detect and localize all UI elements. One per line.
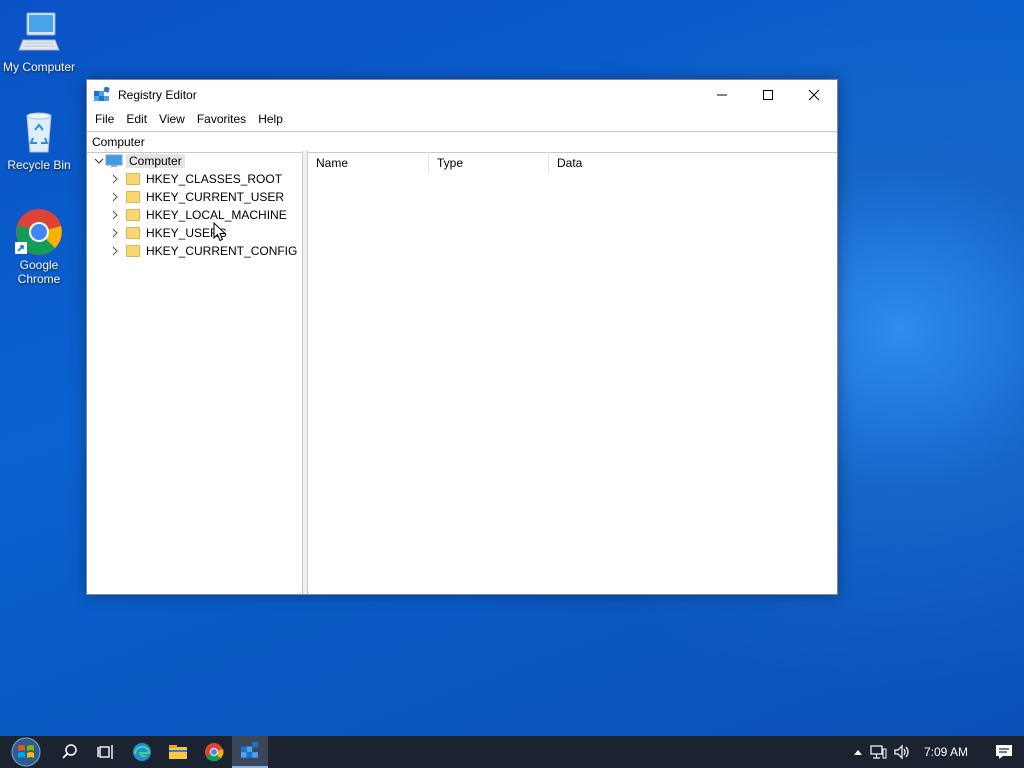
tree-root-label: Computer — [126, 154, 185, 168]
tree-key-hkey-classes-root[interactable]: HKEY_CLASSES_ROOT — [87, 170, 302, 188]
chrome-icon — [205, 743, 224, 762]
taskbar-chrome-button[interactable] — [196, 736, 232, 768]
tree-key-hkey-current-user[interactable]: HKEY_CURRENT_USER — [87, 188, 302, 206]
search-icon — [62, 744, 77, 759]
file-explorer-icon — [169, 745, 187, 759]
tree-key-label: HKEY_CLASSES_ROOT — [146, 172, 283, 186]
address-bar[interactable]: Computer — [87, 131, 837, 153]
title-bar[interactable]: Registry Editor — [87, 80, 837, 110]
folder-icon — [126, 209, 140, 221]
tree-key-hkey-local-machine[interactable]: HKEY_LOCAL_MACHINE — [87, 206, 302, 224]
menu-edit[interactable]: Edit — [120, 112, 153, 126]
window-title: Registry Editor — [118, 88, 197, 102]
desktop-icon-recycle-bin[interactable]: Recycle Bin — [0, 108, 78, 172]
folder-icon — [126, 191, 140, 203]
minimize-icon — [717, 94, 727, 96]
menu-help[interactable]: Help — [252, 112, 289, 126]
tree-key-label: HKEY_CURRENT_CONFIG — [146, 244, 298, 258]
taskbar-edge-button[interactable] — [124, 736, 160, 768]
folder-icon — [126, 173, 140, 185]
recycle-bin-icon — [15, 108, 63, 156]
mouse-cursor-icon — [213, 221, 227, 245]
tree-key-label: HKEY_CURRENT_USER — [146, 190, 285, 204]
chevron-down-icon[interactable] — [93, 155, 105, 167]
task-view-icon — [97, 745, 113, 759]
desktop-icon-my-computer[interactable]: My Computer — [0, 10, 78, 74]
action-center-button[interactable] — [984, 744, 1024, 760]
task-view-button[interactable] — [88, 736, 124, 768]
notification-icon — [996, 745, 1012, 759]
tree-key-hkey-current-config[interactable]: HKEY_CURRENT_CONFIG — [87, 242, 302, 260]
column-header-name[interactable]: Name — [308, 152, 429, 174]
tree-key-label: HKEY_LOCAL_MACHINE — [146, 208, 287, 222]
key-tree: Computer HKEY_CLASSES_ROOT HKEY_CURRENT_… — [87, 151, 303, 594]
menu-bar: File Edit View Favorites Help — [87, 110, 837, 128]
computer-icon — [105, 154, 123, 168]
desktop-icon-label: Recycle Bin — [7, 158, 71, 172]
tree-root-computer[interactable]: Computer — [87, 152, 302, 170]
chevron-right-icon[interactable] — [109, 245, 121, 257]
desktop-icon-label: Google Chrome — [17, 258, 61, 286]
column-header-type[interactable]: Type — [429, 152, 549, 174]
desktop-icon-label: My Computer — [2, 60, 76, 74]
edge-icon — [133, 743, 151, 761]
volume-icon[interactable] — [890, 744, 914, 760]
taskbar-search-button[interactable] — [52, 736, 88, 768]
taskbar-registry-editor-button[interactable] — [232, 736, 268, 768]
folder-icon — [126, 245, 140, 257]
registry-editor-icon — [94, 86, 110, 103]
chevron-up-icon — [853, 750, 862, 755]
clock[interactable]: 7:09 AM — [914, 745, 984, 759]
maximize-icon — [763, 90, 773, 100]
network-icon[interactable] — [866, 744, 890, 760]
close-button[interactable] — [791, 80, 837, 110]
values-list: Name Type Data — [308, 151, 837, 594]
chevron-right-icon[interactable] — [109, 173, 121, 185]
address-text: Computer — [92, 135, 145, 149]
column-header-data[interactable]: Data — [549, 152, 837, 174]
taskbar-file-explorer-button[interactable] — [160, 736, 196, 768]
menu-favorites[interactable]: Favorites — [191, 112, 252, 126]
system-tray: 7:09 AM — [850, 736, 1024, 768]
computer-icon — [15, 10, 63, 58]
maximize-button[interactable] — [745, 80, 791, 110]
taskbar: 7:09 AM — [0, 736, 1024, 768]
column-headers: Name Type Data — [308, 151, 837, 175]
chevron-right-icon[interactable] — [109, 191, 121, 203]
chrome-icon — [15, 208, 63, 256]
menu-view[interactable]: View — [153, 112, 191, 126]
tree-key-hkey-users[interactable]: HKEY_USERS — [87, 224, 302, 242]
desktop-icon-google-chrome[interactable]: Google Chrome — [0, 208, 78, 286]
folder-icon — [126, 227, 140, 239]
start-button[interactable] — [0, 736, 52, 768]
chevron-right-icon[interactable] — [109, 209, 121, 221]
windows-logo-icon — [11, 737, 41, 767]
show-hidden-icons-button[interactable] — [850, 748, 866, 756]
registry-editor-icon — [241, 742, 258, 758]
close-icon — [808, 89, 820, 101]
menu-file[interactable]: File — [89, 112, 120, 126]
registry-editor-window: Registry Editor File Edit View Favorites… — [86, 79, 838, 595]
chevron-right-icon[interactable] — [109, 227, 121, 239]
minimize-button[interactable] — [699, 80, 745, 110]
